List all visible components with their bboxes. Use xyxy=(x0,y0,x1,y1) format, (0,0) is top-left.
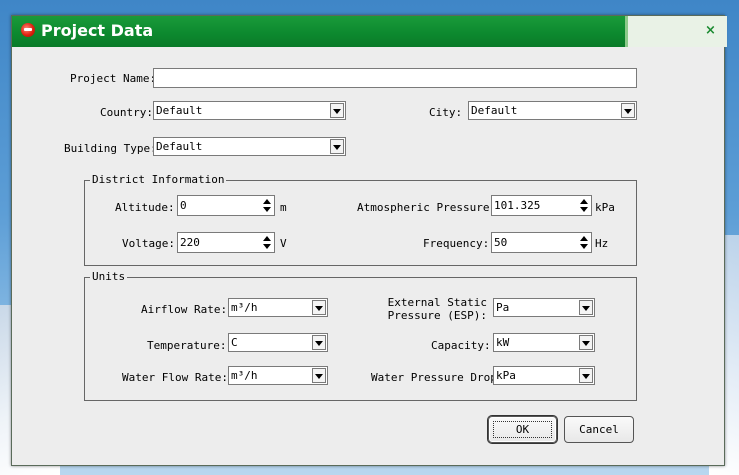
spin-down-icon[interactable] xyxy=(263,207,271,212)
chevron-down-icon[interactable] xyxy=(312,335,326,350)
close-icon[interactable]: × xyxy=(705,23,716,38)
spin-up-icon[interactable] xyxy=(263,199,271,204)
altitude-spinner[interactable]: 0 xyxy=(177,195,275,216)
district-information-title: District Information xyxy=(90,173,227,186)
ok-button[interactable]: OK xyxy=(488,416,557,443)
water-flow-rate-label: Water Flow Rate: xyxy=(122,371,228,384)
cancel-button[interactable]: Cancel xyxy=(564,416,634,443)
project-name-input[interactable] xyxy=(153,68,637,88)
capacity-label: Capacity: xyxy=(431,339,491,352)
voltage-value: 220 xyxy=(180,236,200,249)
chevron-down-icon[interactable] xyxy=(330,103,344,118)
city-value: Default xyxy=(471,104,518,117)
building-type-select[interactable]: Default xyxy=(153,137,346,156)
frequency-value: 50 xyxy=(494,236,508,249)
city-label: City: xyxy=(429,106,463,119)
app-icon xyxy=(21,23,35,37)
water-pressure-drop-value: kPa xyxy=(496,369,516,382)
water-pressure-drop-select[interactable]: kPa xyxy=(493,366,595,385)
airflow-rate-value: m³/h xyxy=(231,301,258,314)
altitude-label: Altitude: xyxy=(115,201,175,214)
building-type-value: Default xyxy=(156,140,203,153)
esp-value: Pa xyxy=(496,301,510,314)
altitude-unit: m xyxy=(280,201,287,214)
project-name-label: Project Name: xyxy=(70,72,157,85)
units-title: Units xyxy=(90,270,128,283)
altitude-value: 0 xyxy=(180,199,187,212)
voltage-spinner[interactable]: 220 xyxy=(177,232,275,253)
atmospheric-pressure-unit: kPa xyxy=(595,201,615,214)
country-select[interactable]: Default xyxy=(153,101,346,120)
temperature-select[interactable]: C xyxy=(228,333,328,352)
country-label: Country: xyxy=(100,106,153,119)
chevron-down-icon[interactable] xyxy=(579,335,593,350)
project-data-dialog: Project Data × Project Name: Country: De… xyxy=(11,15,727,466)
chevron-down-icon[interactable] xyxy=(330,139,344,154)
atmospheric-pressure-spinner[interactable]: 101.325 xyxy=(491,195,592,216)
chevron-down-icon[interactable] xyxy=(312,300,326,315)
chevron-down-icon[interactable] xyxy=(579,368,593,383)
temperature-label: Temperature: xyxy=(147,339,227,352)
esp-select[interactable]: Pa xyxy=(493,298,595,317)
country-value: Default xyxy=(156,104,203,117)
water-flow-rate-select[interactable]: m³/h xyxy=(228,366,328,385)
voltage-label: Voltage: xyxy=(122,237,175,250)
frequency-unit: Hz xyxy=(595,237,609,250)
airflow-rate-label: Airflow Rate: xyxy=(141,303,228,316)
chevron-down-icon[interactable] xyxy=(579,300,593,315)
chevron-down-icon[interactable] xyxy=(312,368,326,383)
district-information-group: District Information xyxy=(84,173,637,266)
airflow-rate-select[interactable]: m³/h xyxy=(228,298,328,317)
city-select[interactable]: Default xyxy=(468,101,637,120)
chevron-down-icon[interactable] xyxy=(621,103,635,118)
window-title: Project Data xyxy=(41,21,154,40)
temperature-value: C xyxy=(231,336,238,349)
spin-down-icon[interactable] xyxy=(263,244,271,249)
spin-up-icon[interactable] xyxy=(580,236,588,241)
capacity-value: kW xyxy=(496,336,510,349)
spin-up-icon[interactable] xyxy=(263,236,271,241)
title-bar[interactable]: Project Data × xyxy=(12,16,727,47)
building-type-label: Building Type: xyxy=(64,142,157,155)
spin-up-icon[interactable] xyxy=(580,199,588,204)
atmospheric-pressure-label: Atmospheric Pressure: xyxy=(357,201,497,214)
frequency-label: Frequency: xyxy=(423,237,490,250)
frequency-spinner[interactable]: 50 xyxy=(491,232,592,253)
spin-down-icon[interactable] xyxy=(580,207,588,212)
water-pressure-drop-label: Water Pressure Drop xyxy=(371,371,497,384)
esp-label-line1: External Static xyxy=(387,296,487,309)
esp-label-line2: Pressure (ESP): xyxy=(387,309,487,322)
atmospheric-pressure-value: 101.325 xyxy=(494,199,541,212)
capacity-select[interactable]: kW xyxy=(493,333,595,352)
water-flow-rate-value: m³/h xyxy=(231,369,258,382)
spin-down-icon[interactable] xyxy=(580,244,588,249)
voltage-unit: V xyxy=(280,237,287,250)
